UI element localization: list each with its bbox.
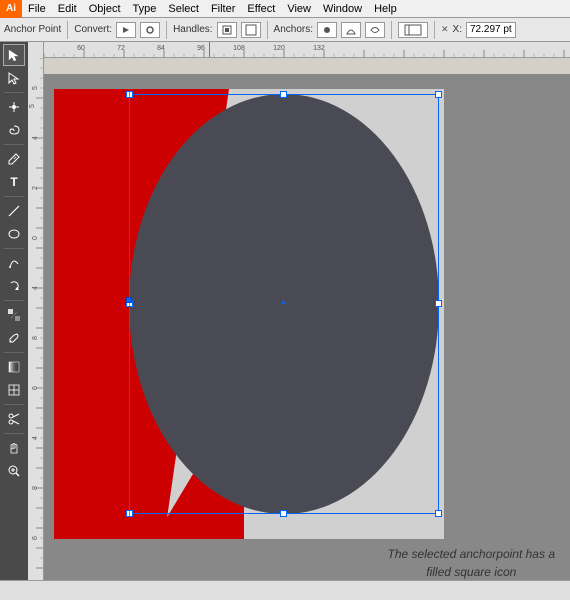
tool-separator-6 bbox=[4, 352, 24, 353]
blend-tool[interactable] bbox=[3, 304, 25, 326]
menu-edit[interactable]: Edit bbox=[52, 0, 83, 17]
path-line-vertical bbox=[129, 89, 130, 519]
art-canvas bbox=[54, 89, 444, 539]
toolbar: T bbox=[0, 42, 28, 580]
convert-label: Convert: bbox=[74, 24, 112, 35]
menu-filter[interactable]: Filter bbox=[205, 0, 241, 17]
anchors-btn-2[interactable] bbox=[341, 22, 361, 38]
pen-tool[interactable] bbox=[3, 148, 25, 170]
tool-separator-8 bbox=[4, 433, 24, 434]
separator-4 bbox=[391, 21, 392, 39]
svg-text:72: 72 bbox=[117, 45, 125, 52]
line-tool[interactable] bbox=[3, 200, 25, 222]
svg-text:132: 132 bbox=[313, 45, 325, 52]
anchors-label: Anchors: bbox=[274, 24, 313, 35]
menu-object[interactable]: Object bbox=[83, 0, 127, 17]
x-axis-icon: ✕ bbox=[441, 24, 449, 35]
handle-bottom-center[interactable] bbox=[280, 510, 287, 517]
svg-text:5: 5 bbox=[32, 86, 39, 90]
svg-text:96: 96 bbox=[197, 45, 205, 52]
svg-text:60: 60 bbox=[77, 45, 85, 52]
separator-1 bbox=[67, 21, 68, 39]
anchor-point-label: Anchor Point bbox=[4, 24, 61, 35]
svg-text:4: 4 bbox=[32, 436, 39, 440]
tool-separator-7 bbox=[4, 404, 24, 405]
tool-separator-1 bbox=[4, 92, 24, 93]
x-label: X: bbox=[453, 24, 462, 35]
hand-tool[interactable] bbox=[3, 437, 25, 459]
caption-line2: filled square icon bbox=[426, 565, 516, 579]
menu-select[interactable]: Select bbox=[162, 0, 205, 17]
svg-text:5: 5 bbox=[29, 104, 36, 108]
handles-btn-2[interactable] bbox=[241, 22, 261, 38]
menu-type[interactable]: Type bbox=[127, 0, 163, 17]
handle-mid-right[interactable] bbox=[435, 300, 442, 307]
pencil-tool[interactable] bbox=[3, 252, 25, 274]
handle-bottom-right[interactable] bbox=[435, 510, 442, 517]
menu-effect[interactable]: Effect bbox=[241, 0, 281, 17]
ruler-top: 60 72 84 bbox=[44, 42, 570, 58]
caption: The selected anchorpoint has a filled sq… bbox=[388, 545, 555, 580]
caption-line1: The selected anchorpoint has a bbox=[388, 547, 555, 561]
svg-text:4: 4 bbox=[32, 136, 39, 140]
tool-separator-2 bbox=[4, 144, 24, 145]
menu-bar: Ai File Edit Object Type Select Filter E… bbox=[0, 0, 570, 18]
transform-btn[interactable] bbox=[398, 22, 428, 38]
svg-text:84: 84 bbox=[157, 45, 165, 52]
x-value-field[interactable]: 72.297 pt bbox=[466, 22, 516, 38]
menu-view[interactable]: View bbox=[281, 0, 317, 17]
handles-btn-1[interactable] bbox=[217, 22, 237, 38]
zoom-tool[interactable] bbox=[3, 460, 25, 482]
separator-5 bbox=[434, 21, 435, 39]
svg-text:8: 8 bbox=[32, 486, 39, 490]
svg-text:120: 120 bbox=[273, 45, 285, 52]
anchors-btn-1[interactable] bbox=[317, 22, 337, 38]
svg-text:8: 8 bbox=[32, 336, 39, 340]
direct-selection-tool[interactable] bbox=[3, 67, 25, 89]
large-circle bbox=[129, 94, 439, 514]
scissors-tool[interactable] bbox=[3, 408, 25, 430]
handle-top-right[interactable] bbox=[435, 91, 442, 98]
tool-separator-3 bbox=[4, 196, 24, 197]
svg-text:6: 6 bbox=[32, 536, 39, 540]
rotate-tool[interactable] bbox=[3, 275, 25, 297]
mesh-tool[interactable] bbox=[3, 379, 25, 401]
lasso-tool[interactable] bbox=[3, 119, 25, 141]
menu-help[interactable]: Help bbox=[368, 0, 403, 17]
anchor-point-center bbox=[282, 301, 285, 304]
menu-window[interactable]: Window bbox=[317, 0, 368, 17]
ruler-left: 5 bbox=[28, 42, 44, 580]
separator-2 bbox=[166, 21, 167, 39]
handles-label: Handles: bbox=[173, 24, 212, 35]
anchors-btn-3[interactable] bbox=[365, 22, 385, 38]
svg-text:4: 4 bbox=[32, 286, 39, 290]
svg-text:0: 0 bbox=[32, 236, 39, 240]
svg-text:108: 108 bbox=[233, 45, 245, 52]
convert-btn-1[interactable] bbox=[116, 22, 136, 38]
ai-logo: Ai bbox=[0, 0, 22, 18]
gradient-tool[interactable] bbox=[3, 356, 25, 378]
canvas[interactable]: The selected anchorpoint has a filled sq… bbox=[44, 74, 570, 580]
eyedropper-tool[interactable] bbox=[3, 327, 25, 349]
svg-text:2: 2 bbox=[32, 186, 39, 190]
status-bar bbox=[0, 580, 570, 600]
tool-separator-5 bbox=[4, 300, 24, 301]
menu-file[interactable]: File bbox=[22, 0, 52, 17]
options-bar: Anchor Point Convert: Handles: Anchors: … bbox=[0, 18, 570, 42]
handle-top-center[interactable] bbox=[280, 91, 287, 98]
main-area: T bbox=[0, 42, 570, 580]
magic-wand-tool[interactable] bbox=[3, 96, 25, 118]
selection-tool[interactable] bbox=[3, 44, 25, 66]
svg-text:6: 6 bbox=[32, 386, 39, 390]
ellipse-tool[interactable] bbox=[3, 223, 25, 245]
separator-3 bbox=[267, 21, 268, 39]
convert-btn-2[interactable] bbox=[140, 22, 160, 38]
type-tool[interactable]: T bbox=[3, 171, 25, 193]
tool-separator-4 bbox=[4, 248, 24, 249]
